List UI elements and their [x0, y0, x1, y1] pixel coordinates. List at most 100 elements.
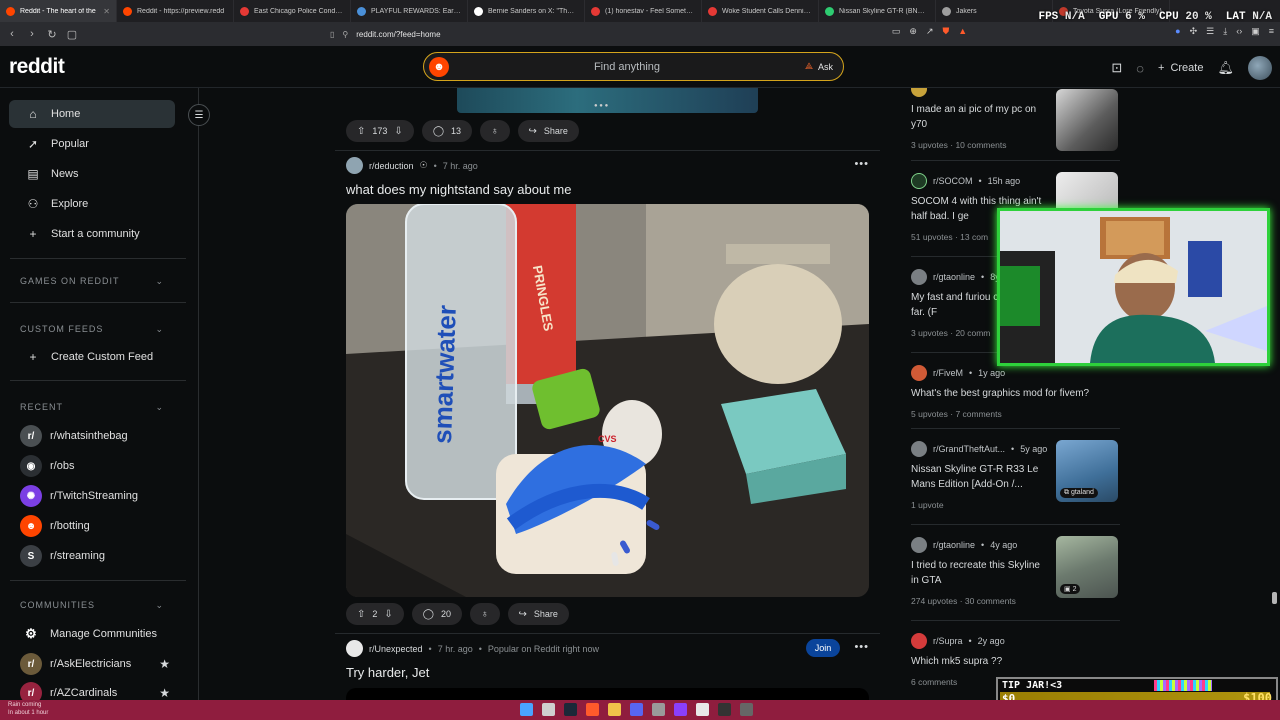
recent-section-header[interactable]: RECENT ⌄ — [20, 402, 164, 413]
share-button[interactable]: ↪ Share — [507, 603, 569, 625]
sidebar-item-explore[interactable]: ⚇ Explore — [9, 190, 175, 218]
notifications-icon[interactable]: 🔔︎ — [1217, 60, 1234, 76]
install-app-icon[interactable]: ▭ — [892, 26, 901, 37]
sidebar-item-news[interactable]: ▤ News — [9, 160, 175, 188]
tab-search-icon[interactable]: ☰ — [1206, 26, 1214, 37]
task-view-icon[interactable] — [542, 703, 555, 716]
recent-item-obs[interactable]: ◉ r/obs — [20, 455, 170, 477]
rewards-icon[interactable]: ▲ — [958, 26, 967, 37]
menu-icon[interactable]: ≡ — [1269, 26, 1274, 37]
app-icon[interactable] — [740, 703, 753, 716]
recent-post-thumbnail[interactable] — [1056, 89, 1118, 151]
recent-item-botting[interactable]: ☻ r/botting — [20, 515, 170, 537]
steam-icon[interactable] — [564, 703, 577, 716]
user-avatar[interactable] — [1248, 56, 1272, 80]
recent-post-subreddit[interactable]: r/SOCOM — [933, 176, 973, 186]
forward-icon[interactable]: › — [24, 28, 40, 40]
community-avatar[interactable] — [346, 640, 363, 657]
address-bar[interactable]: ▯ ⚲ reddit.com/?feed=home — [330, 26, 940, 42]
recent-item-streaming[interactable]: Sr/streaming — [20, 545, 170, 567]
create-custom-feed-button[interactable]: + Create Custom Feed — [9, 343, 175, 371]
post-image[interactable]: PRINGLES smartwater CVS — [346, 204, 869, 597]
wallet-icon[interactable]: ▣ — [1251, 26, 1260, 37]
sidebar-item-popular[interactable]: ➚ Popular — [9, 130, 175, 158]
reload-icon[interactable]: ↻ — [44, 28, 60, 41]
brave-shield-icon[interactable]: ⛊ — [942, 26, 949, 37]
recent-post-subreddit[interactable]: r/gtaonline — [933, 272, 975, 282]
community-item-askelectricians[interactable]: r/r/AskElectricians ★ — [20, 653, 170, 675]
post-media[interactable] — [346, 688, 869, 700]
browser-tab[interactable]: Reddit - https://preview.redd — [117, 0, 234, 22]
award-button[interactable]: ♁ — [480, 120, 510, 142]
bookmark-icon[interactable]: ▯ — [330, 30, 334, 39]
recent-post-title[interactable]: Nissan Skyline GT-R R33 Le Mans Edition … — [911, 462, 1049, 492]
join-button[interactable]: Join — [806, 639, 840, 657]
browser-tab[interactable]: Bernie Sanders on X: "The Di — [468, 0, 585, 22]
community-avatar[interactable] — [346, 157, 363, 174]
post-subreddit[interactable]: r/deduction — [369, 161, 414, 171]
brave-icon[interactable] — [586, 703, 599, 716]
sidebar-item-home[interactable]: ⌂ Home — [9, 100, 175, 128]
communities-section-header[interactable]: COMMUNITIES ⌄ — [20, 600, 164, 611]
extensions-puzzle-icon[interactable]: ✣ — [1190, 26, 1198, 37]
recent-post-subreddit[interactable]: r/GrandTheftAut... — [933, 444, 1005, 454]
recent-post-subreddit[interactable]: r/gtaonline — [933, 540, 975, 550]
community-item-azcardinals[interactable]: r/r/AZCardinals ★ — [20, 682, 170, 700]
upvote-icon[interactable]: ⇧ — [357, 609, 365, 620]
create-button[interactable]: + Create — [1158, 62, 1203, 74]
search-input[interactable]: Find anything — [449, 61, 805, 73]
games-section-header[interactable]: GAMES ON REDDIT ⌄ — [20, 276, 164, 287]
back-icon[interactable]: ‹ — [4, 28, 20, 40]
custom-feeds-section-header[interactable]: CUSTOM FEEDS ⌄ — [20, 324, 164, 335]
app-icon[interactable] — [674, 703, 687, 716]
recent-item-twitchstreaming[interactable]: ✺ r/TwitchStreaming — [20, 485, 170, 507]
start-icon[interactable] — [520, 703, 533, 716]
post-title[interactable]: what does my nightstand say about me — [346, 182, 571, 197]
recent-post-thumbnail[interactable]: ⧉ gtaland — [1056, 440, 1118, 502]
award-button[interactable]: ♁ — [470, 603, 500, 625]
sidebar-toggle-icon[interactable]: ▢ — [64, 28, 80, 41]
post-title[interactable]: Try harder, Jet — [346, 665, 429, 680]
browser-tab[interactable]: Jakers — [936, 0, 1053, 22]
recent-post-subreddit[interactable]: r/Supra — [933, 636, 963, 646]
url-text[interactable]: reddit.com/?feed=home — [356, 30, 440, 39]
recent-post[interactable]: r/FiveM • 1y ago What's the best graphics … — [911, 364, 1120, 419]
comments-button[interactable]: ◯ 13 — [421, 120, 473, 142]
recent-post-title[interactable]: I made an ai pic of my pc on y70 — [911, 102, 1049, 132]
downvote-icon[interactable]: ⇩ — [394, 126, 402, 137]
downvote-icon[interactable]: ⇩ — [384, 609, 392, 620]
zoom-icon[interactable]: ⊕ — [909, 26, 917, 37]
browser-tab[interactable]: (1) honestav - Feel Something — [585, 0, 702, 22]
post-options-icon[interactable]: ••• — [854, 158, 869, 170]
browser-tab[interactable]: PLAYFUL REWARDS: Earn Rew — [351, 0, 468, 22]
recent-post-title[interactable]: Which mk5 supra ?? — [911, 654, 1049, 669]
post-subreddit[interactable]: r/Unexpected — [369, 644, 423, 654]
share-page-icon[interactable]: ↗ — [926, 26, 934, 37]
notepad-icon[interactable] — [696, 703, 709, 716]
close-tab-icon[interactable]: ✕ — [103, 7, 110, 16]
manage-communities-button[interactable]: ⚙ Manage Communities — [20, 623, 170, 645]
upvote-icon[interactable]: ⇧ — [357, 126, 365, 137]
recent-post-thumbnail[interactable]: ▣ 2 — [1056, 536, 1118, 598]
favorite-star-icon[interactable]: ★ — [159, 657, 170, 671]
devtools-icon[interactable]: ‹› — [1236, 26, 1242, 37]
collapse-sidebar-button[interactable]: ☰ — [188, 104, 210, 126]
browser-tab[interactable]: Reddit - The heart of the ✕ — [0, 0, 117, 22]
favorite-star-icon[interactable]: ★ — [159, 686, 170, 700]
page-scrollbar[interactable] — [1272, 592, 1277, 604]
download-icon[interactable]: ⤓ — [1223, 26, 1227, 37]
recent-item-whatsinthebag[interactable]: r/r/whatsinthebag — [20, 425, 170, 447]
browser-tab[interactable]: Woke Student Calls Dennis P — [702, 0, 819, 22]
search-bar[interactable]: ☻ Find anything ⟁ Ask — [423, 52, 844, 81]
ask-button[interactable]: ⟁ Ask — [805, 61, 833, 72]
settings-icon[interactable] — [652, 703, 665, 716]
post-image[interactable]: ● ● ● — [457, 88, 758, 113]
obs-icon[interactable] — [718, 703, 731, 716]
weather-widget[interactable]: Rain coming In about 1 hour — [8, 701, 48, 717]
browser-tab[interactable]: Nissan Skyline GT-R (BNR34) — [819, 0, 936, 22]
recent-post-title[interactable]: I tried to recreate this Skyline in GTA — [911, 558, 1049, 588]
reddit-logo[interactable]: reddit — [9, 55, 65, 79]
comments-button[interactable]: ◯ 20 — [411, 603, 463, 625]
recent-post-title[interactable]: What's the best graphics mod for fivem? — [911, 386, 1116, 401]
extension-icon[interactable]: ● — [1175, 26, 1180, 37]
